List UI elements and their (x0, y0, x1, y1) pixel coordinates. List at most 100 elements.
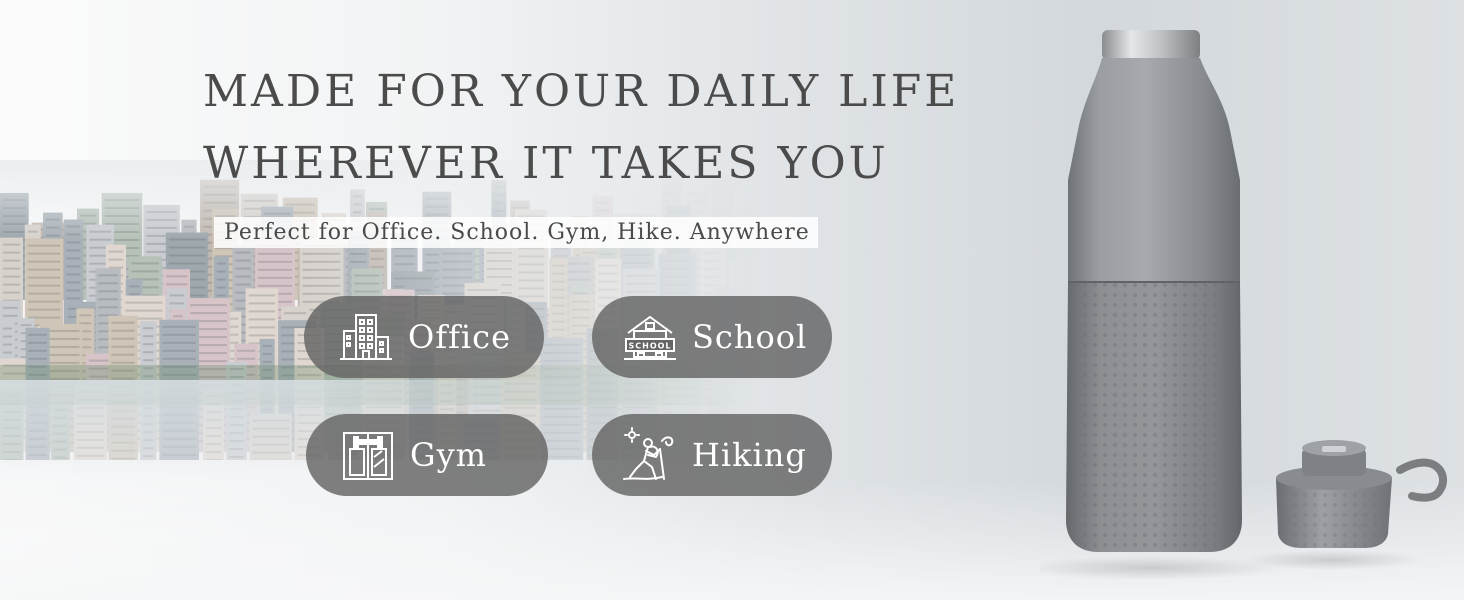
building-window (162, 333, 196, 336)
building-window (230, 341, 239, 344)
building-window (661, 283, 694, 286)
building-window (66, 289, 81, 292)
building-window (625, 290, 657, 293)
building-window (258, 252, 292, 255)
building-window (258, 260, 292, 263)
building-window (518, 295, 545, 298)
building-window (622, 262, 652, 264)
building-window (3, 314, 18, 317)
banner: MADE FOR YOUR DAILY LIFE WHEREVER IT TAK… (0, 0, 1464, 600)
building-window (3, 343, 12, 346)
building-window (394, 255, 415, 258)
building-window (3, 251, 21, 254)
building-window (302, 276, 341, 279)
use-case-label: Office (408, 318, 512, 356)
headline: MADE FOR YOUR DAILY LIFE WHEREVER IT TAK… (203, 56, 959, 200)
building-window (302, 260, 341, 263)
school-sign-text: SCHOOL (628, 342, 671, 351)
building-window (28, 268, 61, 271)
building-window (598, 264, 619, 267)
building-window (258, 276, 292, 279)
building-window (598, 288, 619, 291)
building-window (370, 265, 384, 268)
building-window (623, 406, 654, 409)
building-window (169, 294, 185, 297)
building-window (28, 252, 61, 255)
building-window (354, 274, 380, 277)
building-window (350, 252, 367, 255)
building-window (3, 283, 21, 286)
water-bottle-product-image (1040, 20, 1460, 580)
building-window (552, 320, 565, 323)
building-window (216, 294, 226, 297)
building-window (111, 353, 135, 356)
building-window (237, 357, 256, 360)
building-window (661, 275, 694, 278)
building-window (66, 273, 81, 276)
building-window (262, 352, 272, 355)
building-window (173, 315, 183, 318)
building-window (302, 268, 341, 271)
building-window (370, 249, 384, 252)
building-window (168, 246, 206, 249)
building-window (128, 285, 140, 288)
building-window (125, 309, 163, 312)
headline-line-2: WHEREVER IT TAKES YOU (203, 138, 889, 189)
building-window (190, 312, 227, 315)
use-case-label: School (692, 318, 808, 356)
building-window (111, 329, 135, 332)
building-window (98, 306, 118, 309)
building-window (552, 312, 565, 315)
building-window (302, 292, 341, 295)
building-window (571, 316, 590, 319)
building-window (552, 272, 565, 275)
building-window (3, 335, 12, 338)
building-window (703, 268, 723, 271)
building-window (258, 284, 292, 287)
use-case-school: SCHOOL School (592, 296, 832, 378)
office-building-icon (338, 309, 394, 365)
building-window (235, 275, 251, 278)
building-window (166, 275, 188, 278)
building-window (143, 335, 154, 338)
building-window (28, 357, 47, 360)
building-window (552, 296, 565, 299)
building-window (216, 278, 226, 281)
building-window (20, 324, 32, 327)
building-window (162, 357, 196, 360)
building-window (441, 252, 473, 255)
building-window (258, 268, 292, 271)
building-window (394, 263, 415, 266)
building-window (131, 270, 159, 273)
building-window (441, 276, 473, 279)
building-window (543, 359, 581, 362)
building-window (3, 259, 21, 262)
building-window (661, 259, 694, 262)
building-window (216, 270, 226, 273)
building-window (518, 263, 545, 266)
headline-line-1: MADE FOR YOUR DAILY LIFE (203, 66, 960, 117)
building-window (350, 260, 367, 263)
building-window (28, 292, 61, 295)
building-window (143, 359, 154, 362)
building-window (162, 341, 196, 344)
building-window (441, 268, 473, 271)
building-window (571, 300, 590, 303)
building-window (625, 282, 657, 285)
building-window (248, 294, 276, 297)
building-window (486, 276, 512, 278)
building-window (354, 282, 380, 285)
building-window (125, 301, 163, 304)
building-window (518, 279, 545, 282)
building-window (598, 272, 619, 275)
building-window (111, 345, 135, 348)
building-window (131, 262, 159, 265)
building-window (518, 255, 545, 258)
building-window (552, 304, 565, 307)
building-window (758, 405, 760, 408)
building-window (3, 291, 21, 294)
building-window (168, 254, 206, 257)
building-window (111, 321, 135, 324)
building-window (486, 260, 512, 262)
building-window (162, 349, 196, 352)
